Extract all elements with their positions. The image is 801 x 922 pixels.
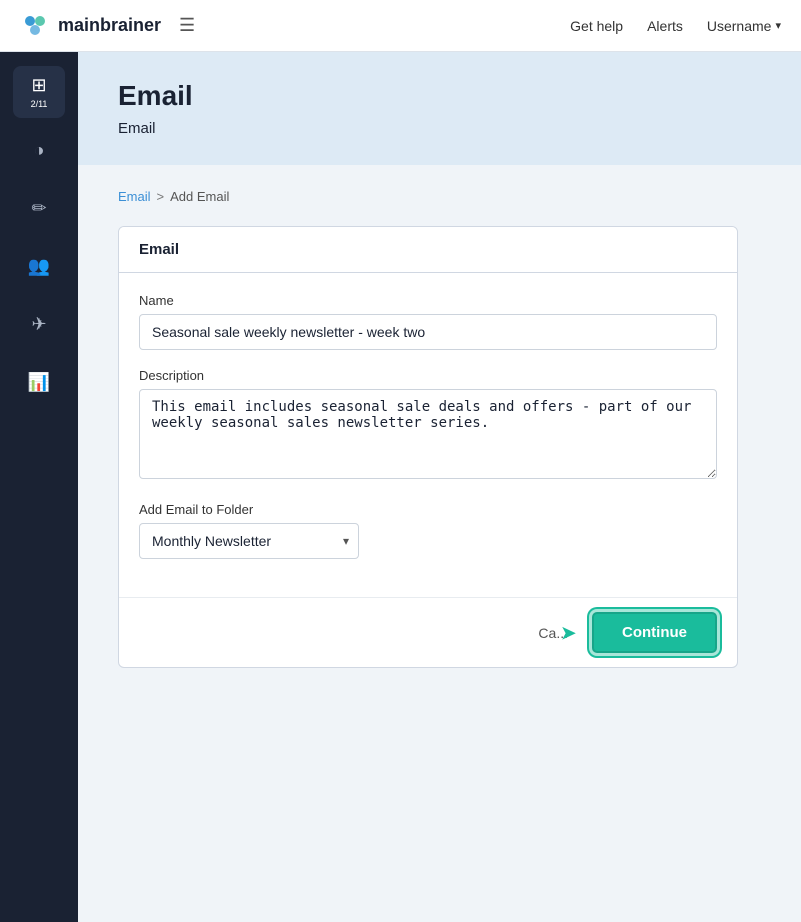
logo-text: mainbrainer xyxy=(58,15,161,36)
form-card-title: Email xyxy=(119,227,737,273)
continue-button[interactable]: Continue xyxy=(592,612,717,653)
page-subtitle: Email xyxy=(118,120,761,137)
breadcrumb: Email > Add Email xyxy=(118,189,761,204)
form-footer: Ca... ➤ Continue xyxy=(119,597,737,667)
description-textarea[interactable] xyxy=(139,389,717,479)
folder-select[interactable]: Monthly Newsletter Weekly Newsletter Pro… xyxy=(139,523,359,559)
content-area: Email > Add Email Email Name Description xyxy=(78,165,801,692)
analytics-icon: 📊 xyxy=(28,372,50,393)
grid-icon: ⊞ xyxy=(31,75,46,96)
username-menu[interactable]: Username xyxy=(707,18,781,34)
get-help-link[interactable]: Get help xyxy=(570,18,623,34)
sidebar-item-edit[interactable]: ✏ xyxy=(13,182,65,234)
logo-icon xyxy=(20,11,50,41)
name-form-group: Name xyxy=(139,293,717,350)
name-label: Name xyxy=(139,293,717,308)
sidebar-item-grid[interactable]: ⊞ 2/11 xyxy=(13,66,65,118)
dashboard-icon: ◑ xyxy=(34,140,45,161)
form-card-body: Name Description Add Email to Folder M xyxy=(119,273,737,597)
name-input[interactable] xyxy=(139,314,717,350)
send-icon: ✈ xyxy=(31,314,46,335)
alerts-link[interactable]: Alerts xyxy=(647,18,683,34)
continue-button-wrapper: ➤ Continue xyxy=(592,612,717,653)
continue-arrow-icon: ➤ xyxy=(560,620,577,645)
page-header: Email Email xyxy=(78,52,801,165)
main-content: Email Email Email > Add Email Email Name xyxy=(78,52,801,922)
layout: ⊞ 2/11 ◑ ✏ 👥 ✈ 📊 Email Email Email xyxy=(0,52,801,922)
sidebar-grid-label: 2/11 xyxy=(31,99,48,110)
sidebar-item-send[interactable]: ✈ xyxy=(13,298,65,350)
breadcrumb-parent[interactable]: Email xyxy=(118,189,151,204)
top-nav: mainbrainer ☰ Get help Alerts Username xyxy=(0,0,801,52)
folder-form-group: Add Email to Folder Monthly Newsletter W… xyxy=(139,502,717,559)
logo-area: mainbrainer ☰ xyxy=(20,11,195,41)
email-form-card: Email Name Description Add Email to Fo xyxy=(118,226,738,668)
breadcrumb-current: Add Email xyxy=(170,189,229,204)
folder-label: Add Email to Folder xyxy=(139,502,717,517)
sidebar-item-dashboard[interactable]: ◑ xyxy=(13,124,65,176)
contacts-icon: 👥 xyxy=(28,256,50,277)
description-label: Description xyxy=(139,368,717,383)
sidebar-item-analytics[interactable]: 📊 xyxy=(13,356,65,408)
description-form-group: Description xyxy=(139,368,717,484)
edit-icon: ✏ xyxy=(31,198,46,219)
folder-select-wrapper: Monthly Newsletter Weekly Newsletter Pro… xyxy=(139,523,359,559)
sidebar-item-contacts[interactable]: 👥 xyxy=(13,240,65,292)
page-title: Email xyxy=(118,80,761,112)
nav-right: Get help Alerts Username xyxy=(570,18,781,34)
breadcrumb-separator: > xyxy=(157,189,165,204)
hamburger-icon[interactable]: ☰ xyxy=(179,15,195,36)
sidebar: ⊞ 2/11 ◑ ✏ 👥 ✈ 📊 xyxy=(0,52,78,922)
